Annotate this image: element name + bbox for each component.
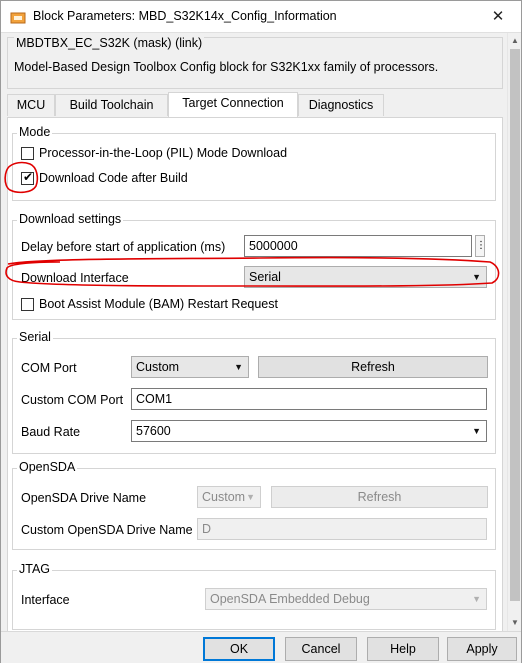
- apply-button[interactable]: Apply: [447, 637, 517, 661]
- download-settings-title: Download settings: [17, 212, 124, 226]
- scroll-down-arrow-icon[interactable]: ▼: [508, 615, 522, 631]
- mask-description: Model-Based Design Toolbox Config block …: [14, 60, 439, 74]
- download-interface-value: Serial: [249, 270, 281, 284]
- chevron-down-icon: ▼: [234, 362, 243, 372]
- scrollbar-thumb[interactable]: [510, 49, 520, 601]
- chevron-down-icon: ▼: [472, 426, 481, 436]
- opensda-group: OpenSDA OpenSDA Drive Name Custom ▼ Refr…: [12, 460, 496, 550]
- download-code-checkbox[interactable]: ✔: [21, 170, 34, 185]
- opensda-refresh-button[interactable]: Refresh: [271, 486, 488, 508]
- jtag-interface-label: Interface: [21, 593, 70, 607]
- checkmark-icon: ✔: [23, 170, 34, 184]
- pil-checkbox[interactable]: [21, 147, 34, 160]
- simulink-block-icon: [10, 12, 26, 24]
- custom-com-port-input[interactable]: COM1: [131, 388, 487, 410]
- vertical-scrollbar[interactable]: ▲ ▼: [507, 33, 521, 631]
- tab-target-connection[interactable]: Target Connection: [168, 92, 298, 117]
- opensda-drive-dropdown[interactable]: Custom ▼: [197, 486, 261, 508]
- jtag-title: JTAG: [17, 562, 53, 576]
- tab-bar: MCU Build Toolchain Target Connection Di…: [7, 92, 503, 117]
- serial-title: Serial: [17, 330, 53, 344]
- delay-input[interactable]: 5000000: [244, 235, 472, 257]
- pil-label: Processor-in-the-Loop (PIL) Mode Downloa…: [39, 146, 288, 160]
- dialog-content: MBDTBX_EC_S32K (mask) (link) Model-Based…: [1, 33, 507, 631]
- close-button[interactable]: ✕: [475, 1, 521, 32]
- jtag-interface-value: OpenSDA Embedded Debug: [210, 592, 370, 606]
- mask-description-group: MBDTBX_EC_S32K (mask) (link) Model-Based…: [7, 36, 503, 89]
- tab-diagnostics[interactable]: Diagnostics: [298, 94, 384, 116]
- scroll-up-arrow-icon[interactable]: ▲: [508, 33, 522, 49]
- tab-build-toolchain[interactable]: Build Toolchain: [55, 94, 168, 116]
- mode-group: Mode Processor-in-the-Loop (PIL) Mode Do…: [12, 125, 496, 201]
- bam-checkbox[interactable]: [21, 298, 34, 311]
- opensda-title: OpenSDA: [17, 460, 78, 474]
- chevron-down-icon: ▼: [246, 492, 255, 502]
- chevron-down-icon: ▼: [472, 594, 481, 604]
- serial-group: Serial COM Port Custom ▼ Refresh Custom …: [12, 330, 496, 454]
- opensda-drive-value: Custom: [202, 490, 246, 504]
- download-settings-group: Download settings Delay before start of …: [12, 212, 496, 320]
- download-interface-label: Download Interface: [21, 271, 129, 285]
- jtag-interface-dropdown[interactable]: OpenSDA Embedded Debug ▼: [205, 588, 487, 610]
- target-connection-panel: Mode Processor-in-the-Loop (PIL) Mode Do…: [7, 117, 503, 631]
- title-bar: Block Parameters: MBD_S32K14x_Config_Inf…: [1, 1, 521, 33]
- more-options-icon[interactable]: ⋮: [475, 235, 486, 257]
- download-code-label: Download Code after Build: [39, 171, 188, 185]
- custom-opensda-input[interactable]: D: [197, 518, 487, 540]
- button-bar: OK Cancel Help Apply: [1, 631, 521, 663]
- download-interface-dropdown[interactable]: Serial ▼: [244, 266, 487, 288]
- chevron-down-icon: ▼: [472, 272, 481, 282]
- jtag-group: JTAG Interface OpenSDA Embedded Debug ▼: [12, 562, 496, 630]
- cancel-button[interactable]: Cancel: [285, 637, 357, 661]
- serial-refresh-button[interactable]: Refresh: [258, 356, 488, 378]
- baud-rate-label: Baud Rate: [21, 425, 81, 439]
- window-title: Block Parameters: MBD_S32K14x_Config_Inf…: [33, 9, 337, 23]
- baud-rate-dropdown[interactable]: 57600 ▼: [131, 420, 487, 442]
- bam-label: Boot Assist Module (BAM) Restart Request: [39, 297, 278, 311]
- mode-group-title: Mode: [17, 125, 53, 139]
- com-port-dropdown[interactable]: Custom ▼: [131, 356, 249, 378]
- com-port-value: Custom: [136, 360, 180, 374]
- ok-button[interactable]: OK: [203, 637, 275, 661]
- opensda-drive-label: OpenSDA Drive Name: [21, 491, 147, 505]
- delay-label: Delay before start of application (ms): [21, 240, 226, 254]
- com-port-label: COM Port: [21, 361, 77, 375]
- custom-com-port-label: Custom COM Port: [21, 393, 124, 407]
- mask-title: MBDTBX_EC_S32K (mask) (link): [14, 36, 205, 50]
- custom-opensda-label: Custom OpenSDA Drive Name: [21, 523, 193, 537]
- help-button[interactable]: Help: [367, 637, 439, 661]
- dialog-window: Block Parameters: MBD_S32K14x_Config_Inf…: [0, 0, 522, 663]
- tab-mcu[interactable]: MCU: [7, 94, 55, 116]
- baud-rate-value: 57600: [136, 424, 171, 438]
